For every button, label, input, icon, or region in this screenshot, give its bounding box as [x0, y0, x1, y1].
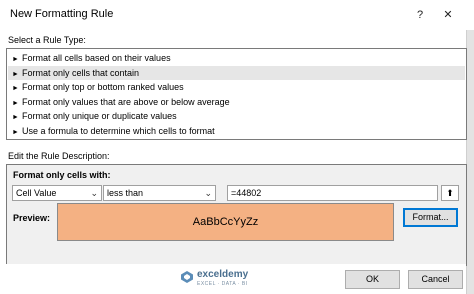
upload-icon: ⬆	[446, 188, 454, 198]
preview-box: AaBbCcYyZz	[57, 203, 394, 241]
chevron-down-icon: ⌄	[204, 188, 212, 198]
dialog-title: New Formatting Rule	[10, 8, 114, 20]
rule-description-label: Edit the Rule Description:	[8, 151, 110, 161]
help-button[interactable]: ?	[410, 6, 430, 24]
exceldemy-logo-icon	[181, 271, 193, 283]
rule-type-item[interactable]: ► Format only unique or duplicate values	[8, 109, 465, 124]
rule-type-list[interactable]: ► Format all cells based on their values …	[6, 48, 467, 140]
close-icon[interactable]: ✕	[438, 6, 458, 24]
rule-type-item[interactable]: ► Format only values that are above or be…	[8, 95, 465, 110]
chevron-down-icon: ⌄	[90, 188, 98, 198]
operator-dropdown[interactable]: less than ⌄	[103, 185, 216, 201]
collapse-dialog-button[interactable]: ⬆	[441, 185, 459, 201]
format-only-cells-label: Format only cells with:	[13, 170, 111, 180]
cell-value-dropdown[interactable]: Cell Value ⌄	[12, 185, 102, 201]
format-button[interactable]: Format...	[403, 208, 458, 227]
preview-label: Preview:	[13, 213, 51, 223]
arrow-icon: ►	[12, 128, 19, 136]
value-input[interactable]: =44802	[227, 185, 438, 201]
background-sheet-strip	[466, 30, 474, 294]
rule-type-item[interactable]: ► Format all cells based on their values	[8, 51, 465, 66]
exceldemy-watermark: exceldemy EXCEL · DATA · BI	[180, 268, 290, 290]
watermark-name: exceldemy	[197, 269, 249, 280]
rule-type-label: Select a Rule Type:	[8, 35, 86, 45]
title-bar: New Formatting Rule ? ✕	[0, 0, 474, 30]
cancel-button[interactable]: Cancel	[408, 270, 463, 289]
watermark-tagline: EXCEL · DATA · BI	[197, 281, 248, 287]
rule-type-item-selected[interactable]: ► Format only cells that contain	[8, 65, 465, 80]
ok-button[interactable]: OK	[345, 270, 400, 289]
rule-type-item[interactable]: ► Format only top or bottom ranked values	[8, 80, 465, 95]
rule-type-item[interactable]: ► Use a formula to determine which cells …	[8, 124, 465, 139]
